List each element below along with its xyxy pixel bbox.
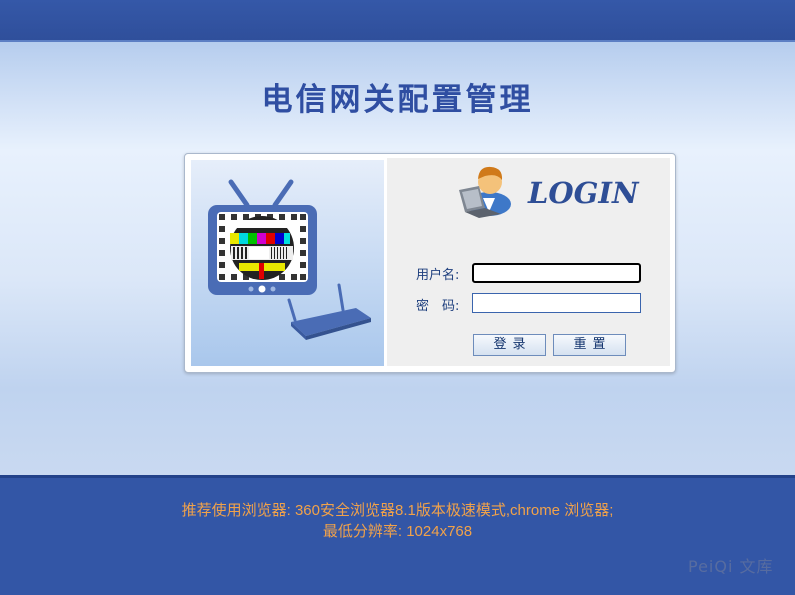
password-label: 密 码:: [416, 299, 460, 314]
username-label: 用户名:: [416, 268, 460, 283]
login-button[interactable]: 登录: [473, 334, 546, 356]
username-input[interactable]: [472, 263, 641, 283]
router-icon: [287, 283, 371, 340]
page-title: 电信网关配置管理: [261, 82, 534, 118]
user-laptop-icon: [459, 166, 511, 218]
min-resolution-text: 最低分辨率: 1024x768: [322, 523, 473, 540]
reset-button[interactable]: 重置: [553, 334, 626, 356]
login-heading: LOGIN: [528, 176, 639, 210]
illustration-panel: [191, 160, 384, 366]
browser-recommendation-text: 推荐使用浏览器: 360安全浏览器8.1版本极速模式,chrome 浏览器;: [181, 502, 614, 519]
top-banner: [0, 0, 795, 42]
password-input[interactable]: [472, 293, 641, 313]
watermark-text: PeiQi 文库: [688, 557, 774, 576]
